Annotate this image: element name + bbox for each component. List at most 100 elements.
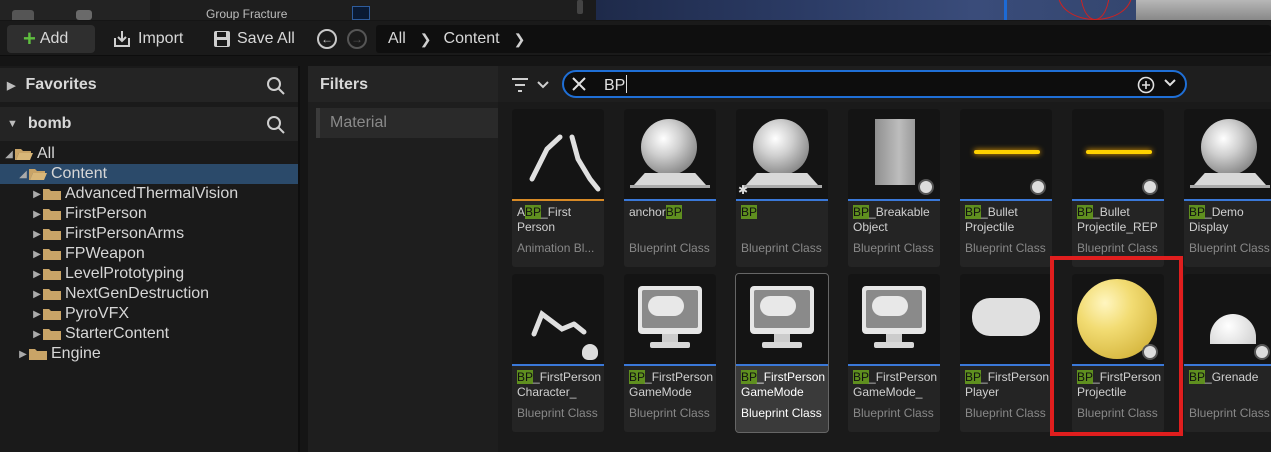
add-circle-icon[interactable] bbox=[1137, 76, 1155, 94]
tree-item[interactable]: ▶ FPWeapon bbox=[0, 244, 298, 264]
search-match-highlight: BP bbox=[1189, 370, 1206, 384]
pedestal bbox=[630, 185, 710, 188]
asset-tile[interactable]: BP_Grenade Blueprint Class bbox=[1184, 274, 1271, 432]
pedestal bbox=[1190, 185, 1270, 188]
filter-icon[interactable] bbox=[510, 76, 550, 94]
chevron-down-icon[interactable] bbox=[1163, 78, 1177, 88]
breadcrumb: All ❯ Content ❯ bbox=[376, 25, 1271, 53]
caret-right-icon[interactable]: ▶ bbox=[32, 229, 42, 240]
tree-scrollbar[interactable] bbox=[298, 66, 300, 452]
asset-type-color-bar bbox=[1184, 364, 1271, 366]
folder-open-icon bbox=[15, 149, 33, 160]
asset-tile[interactable]: BP_FirstPerson GameMode Blueprint Class bbox=[735, 273, 829, 433]
asset-name: BP_FirstPerson Character_ bbox=[517, 370, 603, 402]
save-all-button[interactable]: Save All bbox=[213, 25, 295, 53]
caret-right-icon[interactable]: ▶ bbox=[18, 349, 28, 360]
asset-tile[interactable]: BP_FirstPerson GameMode Blueprint Class bbox=[624, 274, 716, 432]
breadcrumb-content[interactable]: Content bbox=[444, 30, 500, 48]
tree-item-label: NextGenDestruction bbox=[65, 285, 210, 302]
asset-thumbnail: ✱ bbox=[736, 109, 828, 199]
tree-item[interactable]: ▶ NextGenDestruction bbox=[0, 284, 298, 304]
favorites-header[interactable]: ▶ Favorites bbox=[0, 68, 300, 102]
folder-icon bbox=[43, 229, 61, 240]
asset-tile[interactable]: BP_FirstPerson GameMode_ Blueprint Class bbox=[848, 274, 940, 432]
asset-name: BP_Bullet Projectile_REP bbox=[1077, 205, 1163, 237]
asset-type-label: Blueprint Class bbox=[741, 241, 822, 255]
caret-right-icon[interactable]: ▶ bbox=[32, 209, 42, 220]
caret-right-icon[interactable]: ▶ bbox=[32, 329, 42, 340]
asset-tile[interactable]: BP_Demo Display Blueprint Class bbox=[1184, 109, 1271, 267]
plus-icon: + bbox=[23, 26, 36, 51]
text-caret bbox=[626, 75, 628, 93]
asset-tile[interactable]: BP_Breakable Object Blueprint Class bbox=[848, 109, 940, 267]
tree-item[interactable]: ▶ LevelPrototyping bbox=[0, 264, 298, 284]
laser-thumbnail bbox=[1086, 150, 1152, 154]
asset-type-color-bar bbox=[848, 199, 940, 201]
monitor-base bbox=[874, 342, 914, 348]
asset-tile[interactable]: anchorBP Blueprint Class bbox=[624, 109, 716, 267]
search-match-highlight: BP bbox=[665, 205, 682, 219]
asset-type-color-bar bbox=[736, 199, 828, 201]
back-button[interactable]: ← bbox=[317, 29, 337, 49]
camera-icon[interactable] bbox=[12, 10, 34, 20]
caret-down-icon[interactable]: ◢ bbox=[18, 169, 28, 180]
caret-right-icon[interactable]: ▶ bbox=[32, 289, 42, 300]
asset-thumbnail bbox=[512, 109, 604, 199]
tree-item[interactable]: ▶ StarterContent bbox=[0, 324, 298, 344]
caret-right-icon[interactable]: ▶ bbox=[32, 249, 42, 260]
add-button-label: Add bbox=[39, 30, 69, 47]
sphere-thumbnail bbox=[753, 119, 809, 175]
chevron-right-icon[interactable]: ❯ bbox=[514, 31, 526, 48]
caret-down-icon[interactable]: ◢ bbox=[4, 149, 14, 160]
add-button[interactable]: + Add bbox=[7, 25, 95, 53]
save-all-button-label: Save All bbox=[237, 30, 295, 47]
asset-type-label: Blueprint Class bbox=[517, 406, 598, 420]
asset-name: BP_FirstPerson Player bbox=[965, 370, 1051, 402]
close-icon[interactable] bbox=[570, 75, 588, 93]
asset-tile[interactable]: BP_FirstPerson Player Blueprint Class bbox=[960, 274, 1052, 432]
arrow-left-icon: ← bbox=[321, 32, 333, 46]
group-fracture-checkbox[interactable] bbox=[352, 6, 370, 20]
monitor-thumbnail bbox=[862, 286, 926, 334]
search-input[interactable]: BP bbox=[562, 70, 1187, 98]
tree-item-label: Content bbox=[51, 165, 108, 182]
tree-item[interactable]: ▶ Engine bbox=[0, 344, 298, 364]
tree-item[interactable]: ▶ AdvancedThermalVision bbox=[0, 184, 298, 204]
search-icon[interactable] bbox=[266, 115, 286, 135]
chevron-right-icon[interactable]: ❯ bbox=[420, 31, 432, 48]
asset-type-color-bar bbox=[1072, 199, 1164, 201]
search-match-highlight: BP bbox=[741, 370, 758, 384]
asset-type-label: Blueprint Class bbox=[965, 406, 1046, 420]
search-icon[interactable] bbox=[266, 76, 286, 96]
viewport[interactable] bbox=[596, 0, 1136, 20]
caret-right-icon[interactable]: ▶ bbox=[32, 269, 42, 280]
tree-item[interactable]: ◢ All bbox=[0, 144, 298, 164]
group-fracture-label: Group Fracture bbox=[206, 7, 288, 20]
favorites-label: Favorites bbox=[25, 76, 97, 93]
filter-item-material[interactable]: Material bbox=[316, 108, 500, 138]
tree-item[interactable]: ▶ FirstPerson bbox=[0, 204, 298, 224]
forward-button[interactable]: → bbox=[347, 29, 367, 49]
tree-item-label: AdvancedThermalVision bbox=[65, 185, 239, 202]
project-header[interactable]: ▼ bomb bbox=[0, 107, 300, 141]
import-button[interactable]: Import bbox=[112, 25, 183, 53]
asset-tile[interactable]: ABP_First Person Animation Bl... bbox=[512, 109, 604, 267]
asset-type-label: Animation Bl... bbox=[517, 241, 595, 255]
details-scrollbar[interactable] bbox=[577, 0, 583, 14]
asset-tile[interactable]: ✱ BP Blueprint Class bbox=[736, 109, 828, 267]
asset-tile[interactable]: BP_FirstPerson Character_ Blueprint Class bbox=[512, 274, 604, 432]
caret-right-icon[interactable]: ▶ bbox=[32, 309, 42, 320]
asset-name: anchorBP bbox=[629, 205, 715, 237]
tree-item-label: StarterContent bbox=[65, 325, 170, 342]
caret-down-icon: ▼ bbox=[7, 118, 18, 130]
caret-right-icon[interactable]: ▶ bbox=[32, 189, 42, 200]
gamepad-icon[interactable] bbox=[76, 10, 92, 20]
asset-type-color-bar bbox=[512, 364, 604, 366]
breadcrumb-all[interactable]: All bbox=[388, 30, 406, 48]
tree-item[interactable]: ◢ Content bbox=[0, 164, 298, 184]
tree-item[interactable]: ▶ FirstPersonArms bbox=[0, 224, 298, 244]
asset-tile[interactable]: BP_Bullet Projectile Blueprint Class bbox=[960, 109, 1052, 267]
asset-view: BP ABP_First Person Animation Bl... anchor… bbox=[498, 66, 1271, 452]
asset-tile[interactable]: BP_Bullet Projectile_REP Blueprint Class bbox=[1072, 109, 1164, 267]
tree-item[interactable]: ▶ PyroVFX bbox=[0, 304, 298, 324]
